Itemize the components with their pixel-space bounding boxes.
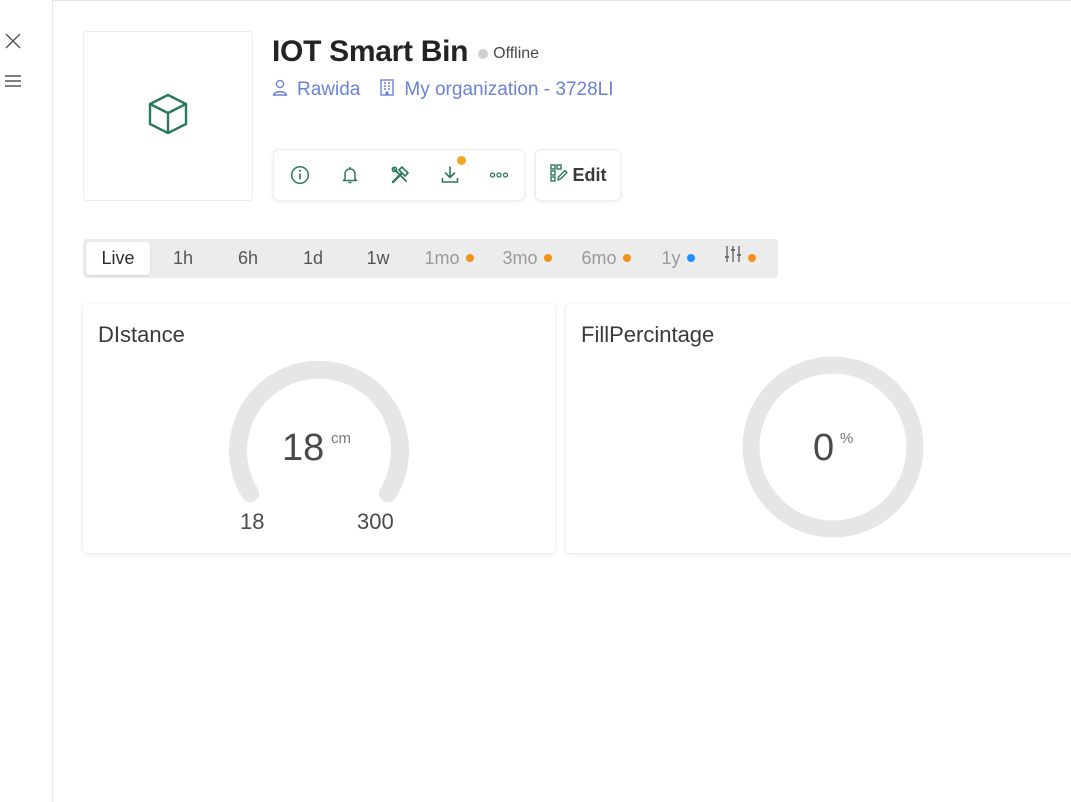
gauge-min: 18 xyxy=(240,509,265,534)
notification-dot xyxy=(457,156,466,165)
range-1w[interactable]: 1w xyxy=(353,242,403,275)
premium-dot xyxy=(748,253,756,262)
user-icon xyxy=(272,79,297,102)
download-icon[interactable] xyxy=(438,156,466,187)
close-icon[interactable] xyxy=(4,32,22,50)
top-border xyxy=(0,0,1071,1)
range-label: 1y xyxy=(661,248,681,268)
cube-icon xyxy=(146,92,190,141)
range-label: 1h xyxy=(172,248,194,268)
premium-dot xyxy=(543,253,552,262)
bell-icon[interactable] xyxy=(338,163,362,187)
range-label: 3mo xyxy=(502,248,538,268)
status-badge: Offline xyxy=(478,45,539,63)
range-3mo[interactable]: 3mo xyxy=(497,242,557,275)
menu-icon[interactable] xyxy=(4,72,22,90)
range-1h[interactable]: 1h xyxy=(158,242,208,275)
gauge-value: 18 xyxy=(282,427,325,469)
range-label: Live xyxy=(101,248,135,268)
range-6h[interactable]: 6h xyxy=(223,242,273,275)
device-image xyxy=(83,31,253,201)
range-label: 6h xyxy=(237,248,259,268)
device-meta: Rawida My organization - 3728LI xyxy=(272,78,614,102)
distance-widget: DIstance 18 cm 18 300 xyxy=(83,304,555,553)
gauge-value: 0 xyxy=(813,427,835,469)
device-header: IOT Smart Bin Offline xyxy=(272,34,539,70)
range-label: 6mo xyxy=(581,248,617,268)
time-range-selector: Live 1h 6h 1d 1w 1mo 3mo 6mo 1y xyxy=(83,239,778,278)
range-live[interactable]: Live xyxy=(86,242,150,275)
range-6mo[interactable]: 6mo xyxy=(576,242,636,275)
gauge-unit: cm xyxy=(331,430,351,447)
range-1d[interactable]: 1d xyxy=(288,242,338,275)
status-dot xyxy=(478,49,489,59)
info-icon[interactable] xyxy=(288,163,312,187)
widget-title: FillPercintage xyxy=(581,322,715,347)
status-text: Offline xyxy=(493,45,540,62)
range-label: 1mo xyxy=(424,248,460,268)
sliders-icon xyxy=(724,241,742,274)
owner-name: Rawida xyxy=(297,79,361,100)
left-rail xyxy=(0,0,53,802)
tools-icon[interactable] xyxy=(388,163,412,187)
device-title: IOT Smart Bin xyxy=(272,35,469,68)
premium-dot xyxy=(622,253,631,262)
fill-percentage-widget: FillPercintage 0 % xyxy=(566,304,1071,553)
widget-title: DIstance xyxy=(98,322,185,347)
gauge-max: 300 xyxy=(357,509,394,534)
building-icon xyxy=(379,78,404,102)
edit-label: Edit xyxy=(572,164,607,185)
action-toolbar xyxy=(273,149,525,201)
info-dot xyxy=(686,253,695,262)
edit-button[interactable]: Edit xyxy=(535,149,621,201)
gauge-unit: % xyxy=(840,430,854,447)
owner-link[interactable]: Rawida xyxy=(272,79,360,102)
organization-link[interactable]: My organization - 3728LI xyxy=(379,78,614,102)
more-icon[interactable] xyxy=(487,163,511,187)
premium-dot xyxy=(465,253,474,262)
range-label: 1d xyxy=(302,248,324,268)
range-1y[interactable]: 1y xyxy=(655,242,701,275)
range-label: 1w xyxy=(366,248,390,268)
range-1mo[interactable]: 1mo xyxy=(419,242,479,275)
organization-name: My organization - 3728LI xyxy=(404,79,614,100)
edit-layout-icon xyxy=(549,163,573,187)
range-custom[interactable] xyxy=(719,242,761,275)
